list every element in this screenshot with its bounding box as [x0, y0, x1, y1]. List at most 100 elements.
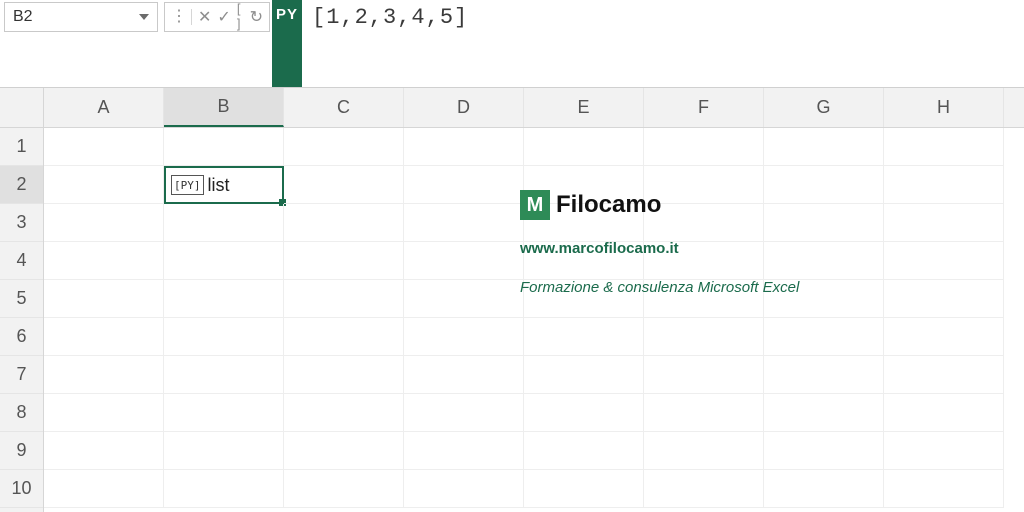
cell[interactable]: [644, 128, 764, 166]
cell[interactable]: [284, 166, 404, 204]
cell[interactable]: [884, 470, 1004, 508]
cell[interactable]: [524, 470, 644, 508]
cell[interactable]: [164, 280, 284, 318]
cell[interactable]: [404, 128, 524, 166]
cell[interactable]: [44, 204, 164, 242]
cell[interactable]: [884, 356, 1004, 394]
cell[interactable]: [764, 204, 884, 242]
cell[interactable]: [764, 128, 884, 166]
cell[interactable]: [644, 280, 764, 318]
cell[interactable]: [884, 318, 1004, 356]
row-header[interactable]: 2: [0, 166, 43, 204]
cell[interactable]: [524, 356, 644, 394]
cell-b2-selected[interactable]: [PY] list: [164, 166, 284, 204]
cell[interactable]: [404, 242, 524, 280]
cell[interactable]: [644, 470, 764, 508]
cell[interactable]: [164, 128, 284, 166]
cell[interactable]: [284, 242, 404, 280]
col-header[interactable]: E: [524, 88, 644, 127]
cell[interactable]: [44, 318, 164, 356]
cell[interactable]: [404, 280, 524, 318]
row-header[interactable]: 7: [0, 356, 43, 394]
cell[interactable]: [644, 394, 764, 432]
cell[interactable]: [404, 356, 524, 394]
cell[interactable]: [164, 318, 284, 356]
cell[interactable]: [164, 242, 284, 280]
cell[interactable]: [284, 280, 404, 318]
cell[interactable]: [884, 166, 1004, 204]
cell[interactable]: [644, 318, 764, 356]
row-header[interactable]: 5: [0, 280, 43, 318]
cell[interactable]: [284, 470, 404, 508]
cell[interactable]: [404, 318, 524, 356]
cell[interactable]: [284, 204, 404, 242]
cell[interactable]: [164, 356, 284, 394]
row-header[interactable]: 4: [0, 242, 43, 280]
cell[interactable]: [524, 242, 644, 280]
row-header[interactable]: 6: [0, 318, 43, 356]
cell[interactable]: [284, 318, 404, 356]
cell[interactable]: [764, 242, 884, 280]
col-header[interactable]: A: [44, 88, 164, 127]
cell[interactable]: [44, 242, 164, 280]
cell[interactable]: [764, 394, 884, 432]
name-box[interactable]: B2: [4, 2, 158, 32]
formula-input[interactable]: [1,2,3,4,5]: [302, 0, 1024, 87]
col-header[interactable]: G: [764, 88, 884, 127]
row-header[interactable]: 10: [0, 470, 43, 508]
cell[interactable]: [764, 280, 884, 318]
row-header[interactable]: 8: [0, 394, 43, 432]
cell[interactable]: [404, 470, 524, 508]
kebab-menu-icon[interactable]: ⋮: [171, 9, 192, 25]
cell[interactable]: [524, 318, 644, 356]
row-header[interactable]: 3: [0, 204, 43, 242]
cell[interactable]: [884, 242, 1004, 280]
cell[interactable]: [44, 128, 164, 166]
cell[interactable]: [884, 394, 1004, 432]
col-header[interactable]: C: [284, 88, 404, 127]
cell[interactable]: [404, 166, 524, 204]
cell[interactable]: [644, 166, 764, 204]
output-mode-icon[interactable]: [ ]: [237, 1, 244, 31]
cell[interactable]: [44, 394, 164, 432]
cell[interactable]: [884, 280, 1004, 318]
cell[interactable]: [44, 166, 164, 204]
cell[interactable]: [764, 470, 884, 508]
row-header[interactable]: 1: [0, 128, 43, 166]
cell[interactable]: [284, 356, 404, 394]
cell[interactable]: [44, 280, 164, 318]
cell[interactable]: [284, 394, 404, 432]
cell[interactable]: [644, 432, 764, 470]
row-header[interactable]: 9: [0, 432, 43, 470]
cell[interactable]: [284, 128, 404, 166]
cell[interactable]: [164, 432, 284, 470]
col-header[interactable]: H: [884, 88, 1004, 127]
col-header[interactable]: F: [644, 88, 764, 127]
cell[interactable]: [764, 166, 884, 204]
cell[interactable]: [524, 280, 644, 318]
cell[interactable]: [164, 470, 284, 508]
cell[interactable]: [404, 204, 524, 242]
cell[interactable]: [404, 394, 524, 432]
cell[interactable]: [44, 470, 164, 508]
cell[interactable]: [164, 204, 284, 242]
cell[interactable]: [644, 356, 764, 394]
cell[interactable]: [524, 166, 644, 204]
select-all-corner[interactable]: [0, 88, 43, 128]
cell[interactable]: [284, 432, 404, 470]
cell[interactable]: [404, 432, 524, 470]
cell[interactable]: [524, 128, 644, 166]
cell[interactable]: [764, 432, 884, 470]
col-header[interactable]: D: [404, 88, 524, 127]
refresh-icon[interactable]: ↻: [250, 7, 263, 27]
cell[interactable]: [44, 356, 164, 394]
cell[interactable]: [524, 394, 644, 432]
cell[interactable]: [884, 204, 1004, 242]
cell[interactable]: [884, 432, 1004, 470]
cell[interactable]: [524, 204, 644, 242]
cell[interactable]: [764, 318, 884, 356]
cell[interactable]: [644, 204, 764, 242]
cell[interactable]: [44, 432, 164, 470]
cell[interactable]: [884, 128, 1004, 166]
col-header[interactable]: B: [164, 88, 284, 127]
